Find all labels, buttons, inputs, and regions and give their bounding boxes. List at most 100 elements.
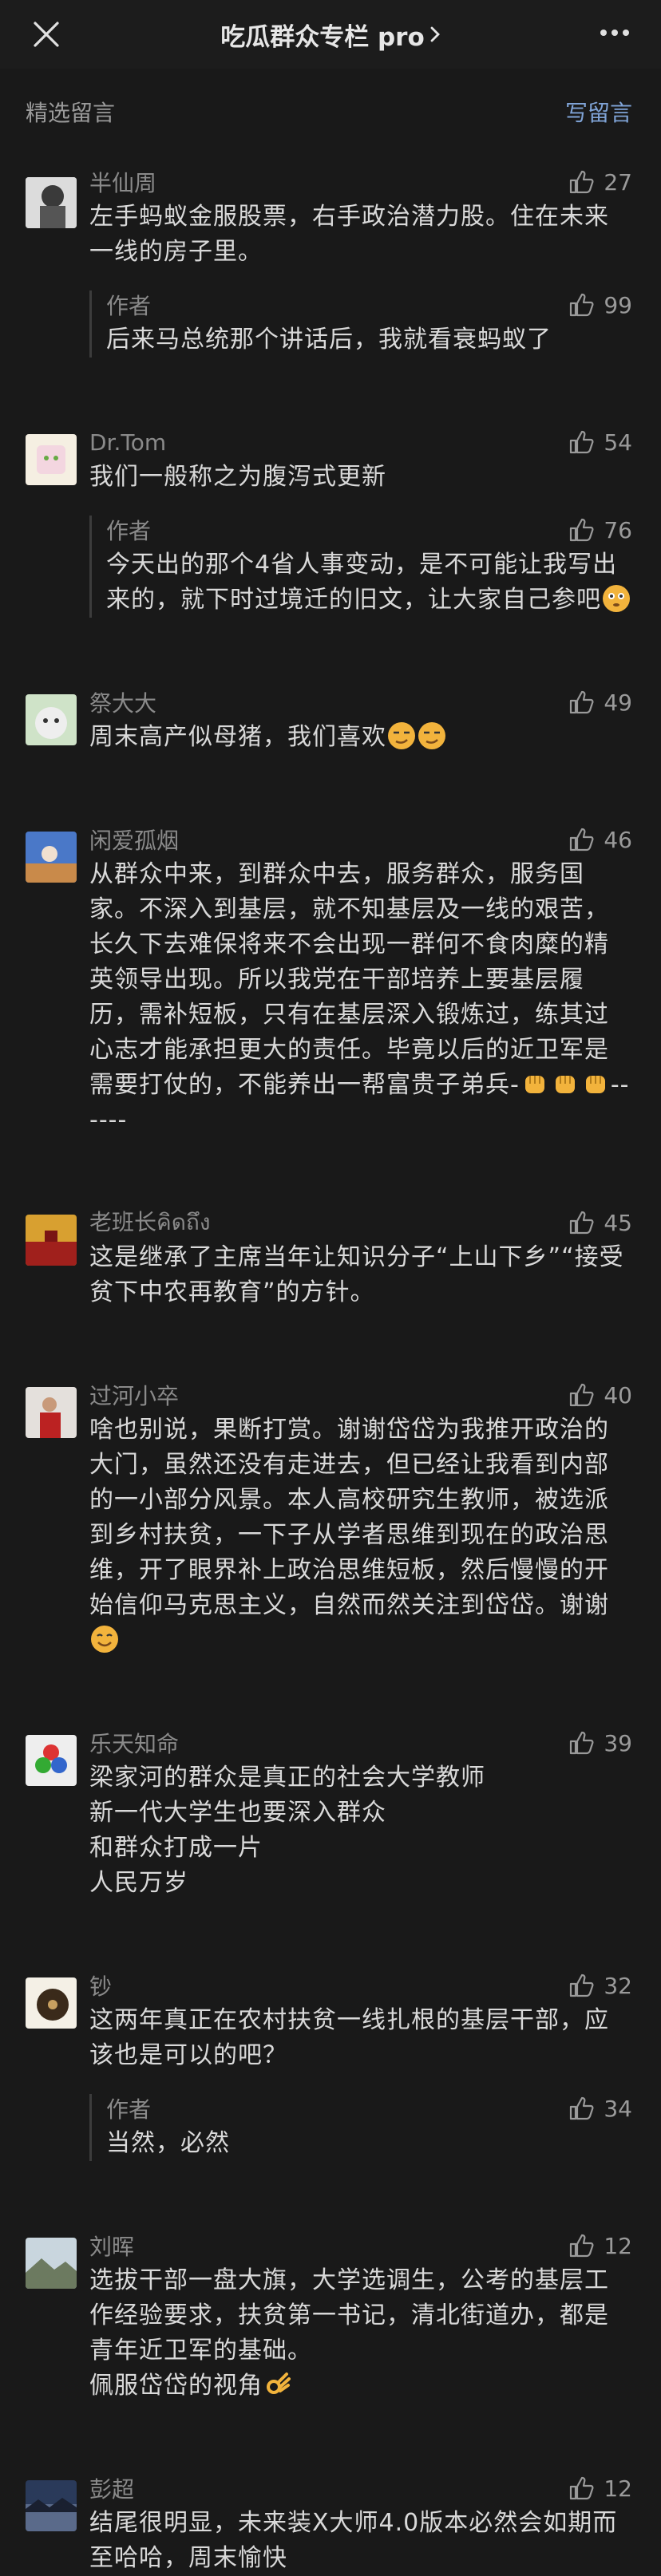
thumbs-up-icon [570,2476,594,2500]
thumbs-up-icon [570,2096,594,2120]
author-reply: 作者 34 当然，必然 [89,2094,632,2161]
avatar[interactable] [26,434,77,485]
avatar[interactable] [26,2480,77,2531]
comment-text: 周末高产似母猪，我们喜欢 [89,723,386,751]
comment-author[interactable]: 半仙周 [89,166,156,198]
reply-text-wrap: 今天出的那个4省人事变动，是不可能让我写出来的，就下时过境迁的旧文，让大家自己参… [106,547,632,618]
comment-author[interactable]: 钞 [89,1970,112,2001]
smiling-face-emoji-icon [91,1626,118,1653]
avatar[interactable] [26,1977,77,2029]
author-reply: 作者 99 后来马总统那个讲话后，我就看衰蚂蚁了 [89,290,632,358]
comment-text: 结尾很明显，未来装X大师4.0版本必然会如期而至哈哈，周末愉快 [89,2509,618,2572]
thumbs-up-icon [570,430,594,454]
thumbs-up-icon [570,2234,594,2258]
avatar[interactable] [26,1215,77,1266]
comment-author[interactable]: 老班长คิดถึง [89,1205,211,1240]
like-button[interactable]: 34 [568,2095,632,2122]
avatar[interactable] [26,177,77,228]
chevron-right-icon [430,26,440,42]
raised-fist-emoji-icon [524,1076,544,1093]
like-button[interactable]: 45 [568,1209,632,1236]
comment-text-wrap: 啥也别说，果断打赏。谢谢岱岱为我推开政治的大门，虽然还没有走进去，但已经让我看到… [89,1412,632,1658]
reply-text: 今天出的那个4省人事变动，是不可能让我写出来的，就下时过境迁的旧文，让大家自己参… [106,551,618,614]
comment-line: 人民万岁 [89,1869,188,1897]
comment-line: 佩服岱岱的视角 [89,2372,263,2400]
comment-text: 从群众中来，到群众中去，服务群众，服务国家。不深入到基层，就不知基层及一线的艰苦… [89,860,609,1099]
reply-text: 当然，必然 [106,2129,230,2157]
like-button[interactable]: 12 [568,2232,632,2259]
comment-item: 过河小卒 40 啥也别说，果断打赏。谢谢岱岱为我推开政治的大门，虽然还没有走进去… [0,1361,661,1709]
reply-author: 作者 [106,2096,152,2123]
thumbs-up-icon [570,1973,594,1997]
like-button[interactable]: 39 [568,1729,632,1756]
top-bar: 吃瓜群众专栏 pro [0,0,661,69]
like-button[interactable]: 46 [568,826,632,853]
comment-author[interactable]: 祭大大 [89,686,156,718]
comment-line: 新一代大学生也要深入群众 [89,1799,386,1827]
comment-text: 我们一般称之为腹泻式更新 [89,463,386,491]
thumbs-up-icon [570,1731,594,1755]
close-icon[interactable] [32,20,61,49]
like-button[interactable]: 12 [568,2475,632,2502]
raised-fist-emoji-icon [585,1076,605,1093]
comment-line: 和群众打成一片 [89,1834,263,1862]
write-comment-link[interactable]: 写留言 [565,96,632,128]
avatar[interactable] [26,694,77,745]
smirk-face-emoji-icon [388,722,415,749]
comment-author[interactable]: Dr.Tom [89,429,166,456]
comment-item: 祭大大 49 周末高产似母猪，我们喜欢 [0,669,661,806]
author-reply: 作者 76 今天出的那个4省人事变动，是不可能让我写出来的，就下时过境迁的旧文，… [89,516,632,618]
comment-text-wrap: 佩服岱岱的视角 [89,2369,632,2404]
like-button[interactable]: 32 [568,1972,632,1999]
like-count: 32 [604,1972,632,1999]
comment-author[interactable]: 乐天知命 [89,1727,179,1759]
comment-author[interactable]: 过河小卒 [89,1379,179,1411]
comment-item: 半仙周 27 左手蚂蚁金服股票，右手政治潜力股。住在未来一线的房子里。 作者 9… [0,152,661,409]
raised-fist-emoji-icon [555,1076,575,1093]
comment-item: 乐天知命 39 梁家河的群众是真正的社会大学教师 新一代大学生也要深入群众 和群… [0,1709,661,1952]
avatar[interactable] [26,2238,77,2289]
page-title-text: 吃瓜群众专栏 pro [220,22,425,52]
like-count: 54 [604,429,632,456]
section-label: 精选留言 [26,100,116,126]
comment-text: 选拔干部一盘大旗，大学选调生，公考的基层工作经验要求，扶贫第一书记，清北街道办，… [89,2266,609,2365]
like-button[interactable]: 76 [568,516,632,543]
like-button[interactable]: 54 [568,429,632,456]
like-count: 12 [604,2475,632,2502]
flushed-face-emoji-icon [603,585,630,612]
avatar[interactable] [26,832,77,883]
page-title[interactable]: 吃瓜群众专栏 pro [220,17,441,53]
like-button[interactable]: 40 [568,1381,632,1409]
thumbs-up-icon [570,518,594,542]
like-count: 40 [604,1381,632,1409]
comment-item: 闲爱孤烟 46 从群众中来，到群众中去，服务群众，服务国家。不深入到基层，就不知… [0,806,661,1189]
like-count: 34 [604,2095,632,2122]
like-button[interactable]: 99 [568,291,632,318]
like-count: 39 [604,1729,632,1756]
comments-section-header: 精选留言 写留言 [0,85,661,139]
comment-list: 半仙周 27 左手蚂蚁金服股票，右手政治潜力股。住在未来一线的房子里。 作者 9… [0,139,661,2576]
thumbs-up-icon [570,690,594,714]
avatar[interactable] [26,1735,77,1786]
thumbs-up-icon [570,1383,594,1407]
comment-text: 这是继承了主席当年让知识分子“上山下乡”“接受贫下中农再教育”的方针。 [89,1243,624,1306]
thumbs-up-icon [570,828,594,851]
more-icon[interactable] [599,27,631,38]
comment-author[interactable]: 刘晖 [89,2230,134,2262]
reply-text: 后来马总统那个讲话后，我就看衰蚂蚁了 [106,326,552,354]
comment-author[interactable]: 彭超 [89,2472,134,2504]
thumbs-up-icon [570,170,594,194]
ok-hand-emoji-icon [267,2373,291,2394]
like-button[interactable]: 27 [568,168,632,196]
comment-item: Dr.Tom 54 我们一般称之为腹泻式更新 作者 76 今天出的那个4省人事变… [0,409,661,669]
thumbs-up-icon [570,1211,594,1235]
reply-author: 作者 [106,293,152,319]
comment-item: 钞 32 这两年真正在农村扶贫一线扎根的基层干部，应该也是可以的吧？ 作者 34… [0,1952,661,2212]
comment-text: 左手蚂蚁金服股票，右手政治潜力股。住在未来一线的房子里。 [89,203,609,266]
like-count: 49 [604,689,632,716]
comment-author[interactable]: 闲爱孤烟 [89,824,179,855]
like-button[interactable]: 49 [568,689,632,716]
avatar[interactable] [26,1387,77,1438]
comment-item: 老班长คิดถึง 45 这是继承了主席当年让知识分子“上山下乡”“接受贫下中农… [0,1189,661,1361]
smirk-face-emoji-icon [418,722,445,749]
